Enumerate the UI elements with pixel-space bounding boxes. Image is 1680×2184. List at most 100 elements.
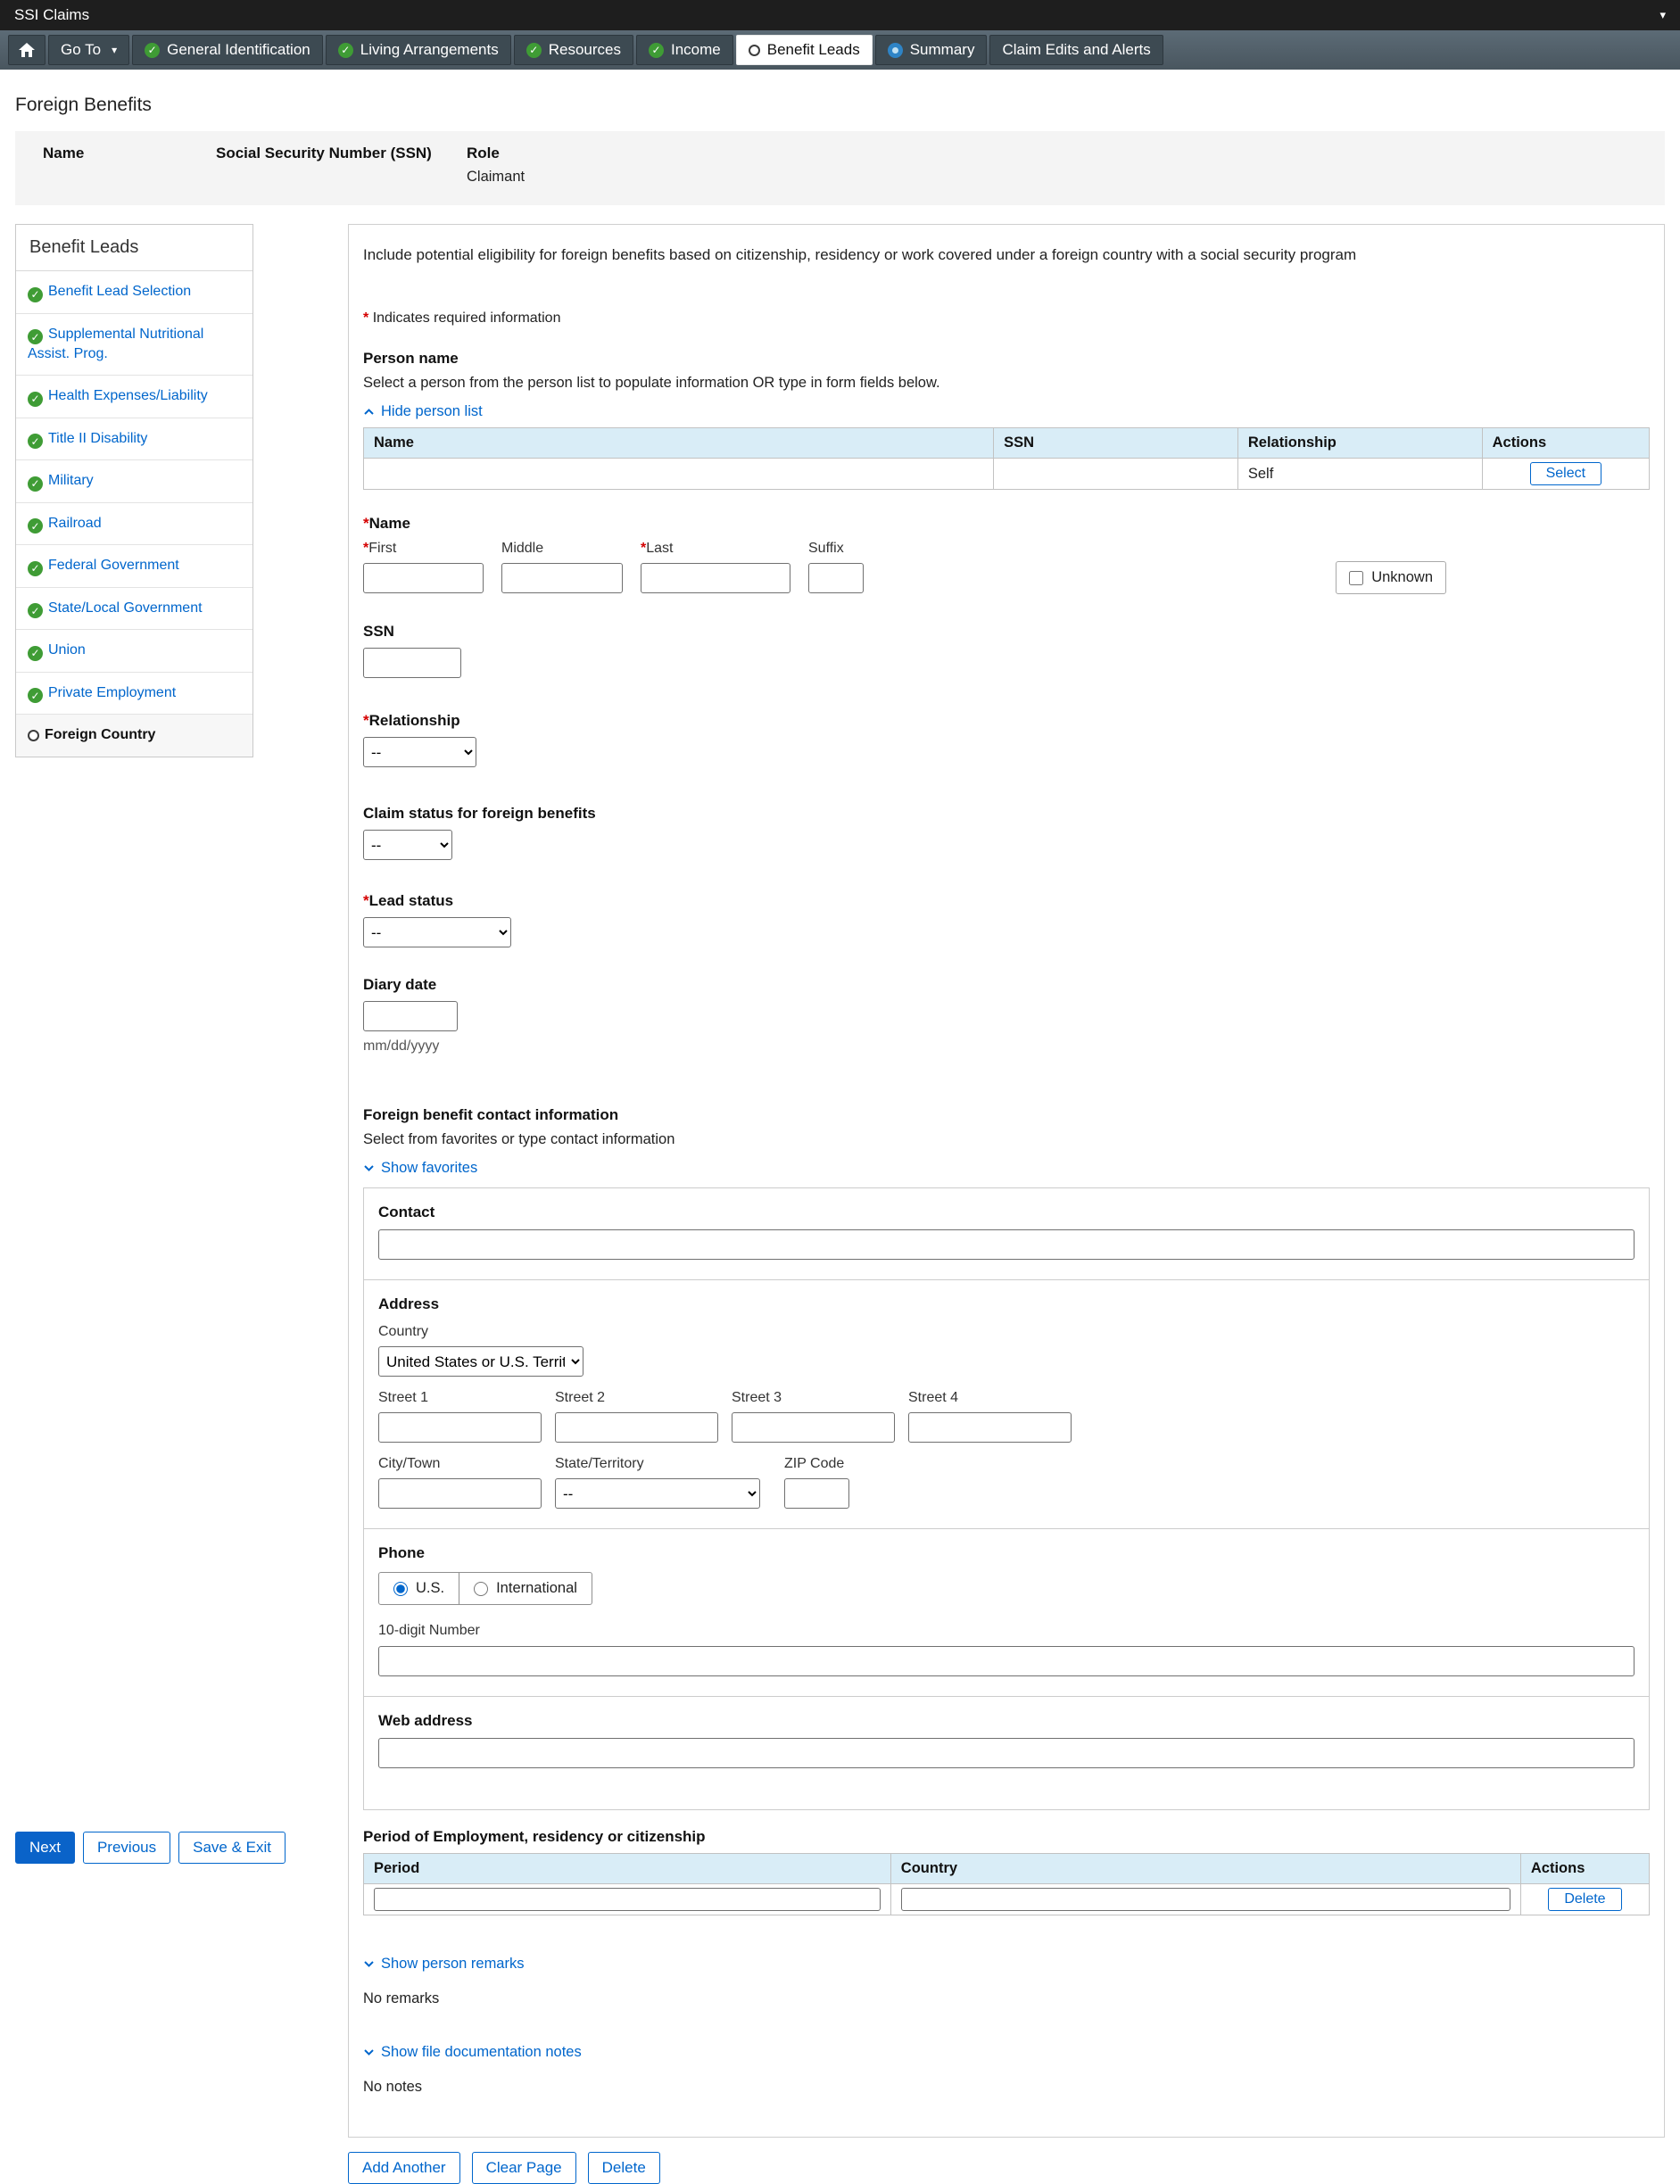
claimant-header: Name Social Security Number (SSN) Role C… (15, 131, 1665, 205)
col-header-relationship: Relationship (1237, 428, 1482, 459)
sidebar-item-foreign-country[interactable]: Foreign Country (16, 715, 252, 756)
select-person-button[interactable]: Select (1530, 462, 1601, 485)
first-name-input[interactable] (363, 563, 484, 593)
no-notes-text: No notes (363, 2079, 1650, 2096)
diary-date-heading: Diary date (363, 976, 1650, 994)
lead-status-heading: *Lead status (363, 892, 1650, 910)
tab-living-arrangements[interactable]: ✓ Living Arrangements (326, 35, 511, 65)
check-icon: ✓ (28, 329, 43, 344)
phone-us-radio[interactable] (393, 1582, 408, 1596)
lead-status-select[interactable]: -- (363, 917, 511, 947)
diary-date-input[interactable] (363, 1001, 458, 1031)
ssn-input[interactable] (363, 648, 461, 678)
state-select[interactable]: -- (555, 1478, 760, 1509)
intro-text: Include potential eligibility for foreig… (363, 246, 1650, 264)
chevron-down-icon (363, 1164, 375, 1172)
person-relationship-cell: Self (1237, 459, 1482, 490)
street3-label: Street 3 (732, 1390, 895, 1406)
zip-input[interactable] (784, 1478, 849, 1509)
check-icon: ✓ (649, 43, 664, 58)
contact-input[interactable] (378, 1229, 1634, 1260)
tab-claim-edits-and-alerts[interactable]: Claim Edits and Alerts (989, 35, 1163, 65)
person-name-instruction: Select a person from the person list to … (363, 375, 1650, 392)
delete-period-button[interactable]: Delete (1548, 1888, 1621, 1911)
city-label: City/Town (378, 1456, 542, 1472)
tab-benefit-leads[interactable]: Benefit Leads (736, 35, 873, 65)
country-select[interactable]: United States or U.S. Territory (378, 1346, 583, 1377)
tab-summary[interactable]: Summary (875, 35, 988, 65)
person-name-heading: Person name (363, 350, 1650, 368)
city-state-zip-row: City/Town State/Territory -- ZIP Code (378, 1456, 1634, 1509)
claimant-name-label: Name (43, 145, 216, 162)
suffix-label: Suffix (808, 541, 864, 557)
address-section: Address Country United States or U.S. Te… (364, 1280, 1649, 1529)
show-favorites-link[interactable]: Show favorites (363, 1160, 477, 1177)
phone-number-input[interactable] (378, 1646, 1634, 1676)
page-actions: Add Another Clear Page Delete (348, 2152, 1680, 2184)
middle-name-input[interactable] (501, 563, 623, 593)
country-label: Country (378, 1324, 1634, 1340)
name-fields-row: *First Middle *Last Suffix Unknown (363, 541, 1650, 594)
add-another-button[interactable]: Add Another (348, 2152, 460, 2184)
claim-status-select[interactable]: -- (363, 830, 452, 860)
contact-info-box: Contact Address Country United States or… (363, 1187, 1650, 1810)
foreign-benefits-form-panel: Include potential eligibility for foreig… (348, 224, 1665, 2138)
ssn-heading: SSN (363, 623, 1650, 641)
phone-international-option[interactable]: International (459, 1573, 592, 1604)
page-title: Foreign Benefits (15, 95, 1680, 116)
street2-input[interactable] (555, 1412, 718, 1443)
sidebar-item-union[interactable]: ✓Union (16, 630, 252, 673)
tab-income[interactable]: ✓ Income (636, 35, 733, 65)
phone-us-option[interactable]: U.S. (379, 1573, 459, 1604)
tab-general-identification[interactable]: ✓ General Identification (132, 35, 323, 65)
street3-input[interactable] (732, 1412, 895, 1443)
tab-resources[interactable]: ✓ Resources (514, 35, 633, 65)
show-person-remarks-link[interactable]: Show person remarks (363, 1956, 524, 1973)
clear-page-button[interactable]: Clear Page (472, 2152, 576, 2184)
chevron-down-icon (363, 1960, 375, 1968)
previous-button[interactable]: Previous (83, 1832, 170, 1864)
diary-date-format-hint: mm/dd/yyyy (363, 1038, 1650, 1055)
unknown-checkbox[interactable] (1349, 571, 1363, 585)
phone-type-group: U.S. International (378, 1572, 592, 1605)
save-and-exit-button[interactable]: Save & Exit (178, 1832, 286, 1864)
sidebar-item-railroad[interactable]: ✓Railroad (16, 503, 252, 546)
sidebar-item-military[interactable]: ✓Military (16, 460, 252, 503)
last-name-input[interactable] (641, 563, 790, 593)
check-icon: ✓ (28, 603, 43, 618)
check-icon: ✓ (28, 287, 43, 302)
sidebar-item-supplemental-nutritional[interactable]: ✓Supplemental Nutritional Assist. Prog. (16, 314, 252, 376)
sidebar-item-health-expenses[interactable]: ✓Health Expenses/Liability (16, 376, 252, 418)
state-label: State/Territory (555, 1456, 760, 1472)
period-heading: Period of Employment, residency or citiz… (363, 1828, 1650, 1846)
city-input[interactable] (378, 1478, 542, 1509)
goto-button[interactable]: Go To ▾ (48, 35, 129, 65)
sidebar-item-title-ii-disability[interactable]: ✓Title II Disability (16, 418, 252, 461)
claimant-role-label: Role (467, 145, 525, 162)
period-table: Period Country Actions Delete (363, 1853, 1650, 1915)
suffix-input[interactable] (808, 563, 864, 593)
show-file-documentation-notes-link[interactable]: Show file documentation notes (363, 2044, 582, 2061)
home-button[interactable] (8, 35, 46, 65)
street4-input[interactable] (908, 1412, 1072, 1443)
phone-international-radio[interactable] (474, 1582, 488, 1596)
next-button[interactable]: Next (15, 1832, 75, 1864)
sidebar-item-federal-government[interactable]: ✓Federal Government (16, 545, 252, 588)
check-icon: ✓ (145, 43, 160, 58)
web-address-input[interactable] (378, 1738, 1634, 1768)
sidebar-item-benefit-lead-selection[interactable]: ✓Benefit Lead Selection (16, 271, 252, 314)
benefit-leads-sidebar: Benefit Leads ✓Benefit Lead Selection ✓S… (15, 224, 253, 757)
chevron-down-icon (363, 2048, 375, 2056)
street1-input[interactable] (378, 1412, 542, 1443)
sidebar-item-private-employment[interactable]: ✓Private Employment (16, 673, 252, 716)
relationship-select[interactable]: -- (363, 737, 476, 767)
period-country-input[interactable] (901, 1888, 1510, 1911)
menu-caret-icon[interactable]: ▾ (1659, 8, 1666, 22)
app-title-bar: SSI Claims ▾ (0, 0, 1680, 30)
period-input[interactable] (374, 1888, 881, 1911)
sidebar-item-state-local-government[interactable]: ✓State/Local Government (16, 588, 252, 631)
delete-button[interactable]: Delete (588, 2152, 660, 2184)
check-icon: ✓ (526, 43, 542, 58)
hide-person-list-link[interactable]: Hide person list (363, 403, 483, 420)
street1-label: Street 1 (378, 1390, 542, 1406)
